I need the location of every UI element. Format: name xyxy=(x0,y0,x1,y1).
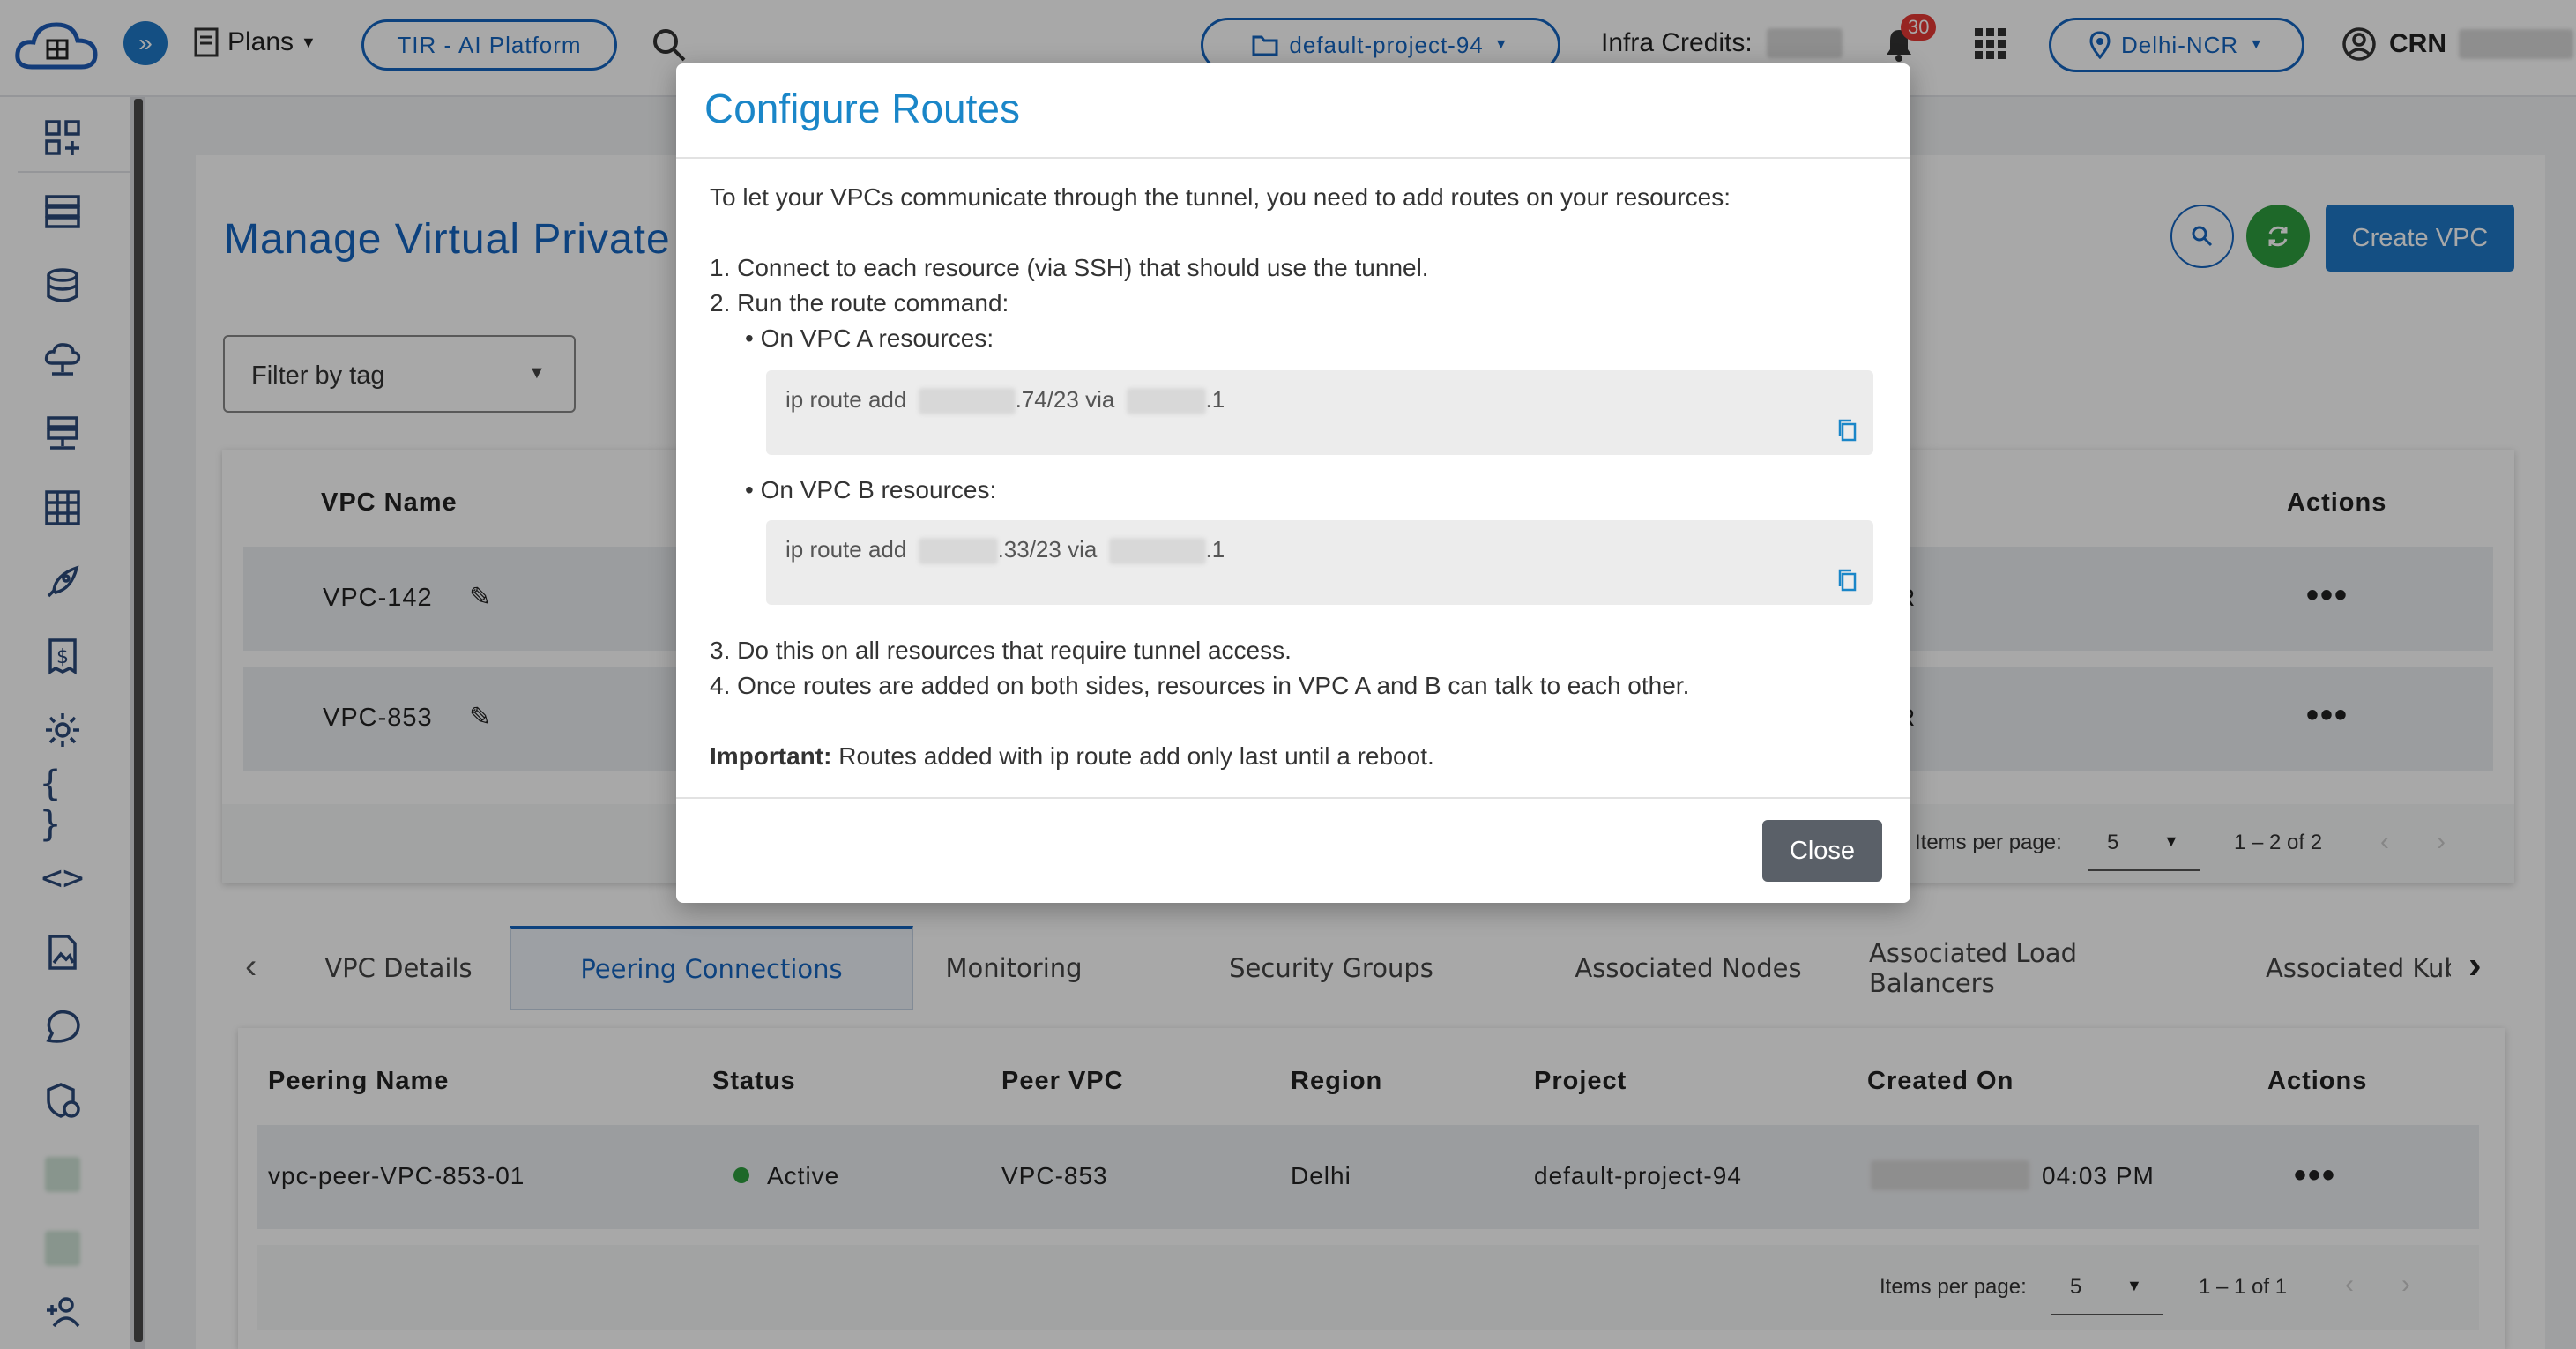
dialog-intro: To let your VPCs communicate through the… xyxy=(710,183,1731,211)
bullet-vpc-b: • On VPC B resources: xyxy=(745,476,997,503)
code-block-vpc-b: ip route add .33/23 via .1 xyxy=(766,520,1873,605)
ip-redacted xyxy=(918,538,998,565)
configure-routes-dialog: Configure Routes To let your VPCs commun… xyxy=(676,63,1910,903)
step-1: 1. Connect to each resource (via SSH) th… xyxy=(710,254,1429,281)
bullet-vpc-b-label: On VPC B resources: xyxy=(760,476,997,503)
code-text-vpc-b: ip route add .33/23 via .1 xyxy=(785,536,1225,565)
copy-icon[interactable] xyxy=(1836,418,1858,443)
bullet-vpc-a-label: On VPC A resources: xyxy=(760,324,994,352)
important-label: Important: xyxy=(710,742,832,770)
copy-icon[interactable] xyxy=(1836,568,1858,593)
important-note: Important: Routes added with ip route ad… xyxy=(710,742,1434,771)
code-part: ip route add xyxy=(785,386,907,413)
ip-redacted xyxy=(1126,388,1206,415)
code-text-vpc-a: ip route add .74/23 via .1 xyxy=(785,386,1225,415)
dialog-divider xyxy=(676,157,1910,159)
important-text: Routes added with ip route add only last… xyxy=(831,742,1434,770)
bullet-vpc-a: • On VPC A resources: xyxy=(745,324,994,352)
code-block-vpc-a: ip route add .74/23 via .1 xyxy=(766,370,1873,455)
code-part: .1 xyxy=(1205,386,1225,413)
step-3: 3. Do this on all resources that require… xyxy=(710,637,1292,664)
dialog-title: Configure Routes xyxy=(704,86,1020,131)
ip-redacted xyxy=(1108,538,1206,565)
step-4: 4. Once routes are added on both sides, … xyxy=(710,672,1690,699)
code-part: .33/23 via xyxy=(997,536,1098,563)
code-part: .74/23 via xyxy=(1015,386,1115,413)
code-part: .1 xyxy=(1205,536,1225,563)
close-button[interactable]: Close xyxy=(1762,820,1882,882)
dialog-divider xyxy=(676,797,1910,799)
code-part: ip route add xyxy=(785,536,907,563)
step-2: 2. Run the route command: xyxy=(710,289,1009,317)
ip-redacted xyxy=(918,388,1016,415)
